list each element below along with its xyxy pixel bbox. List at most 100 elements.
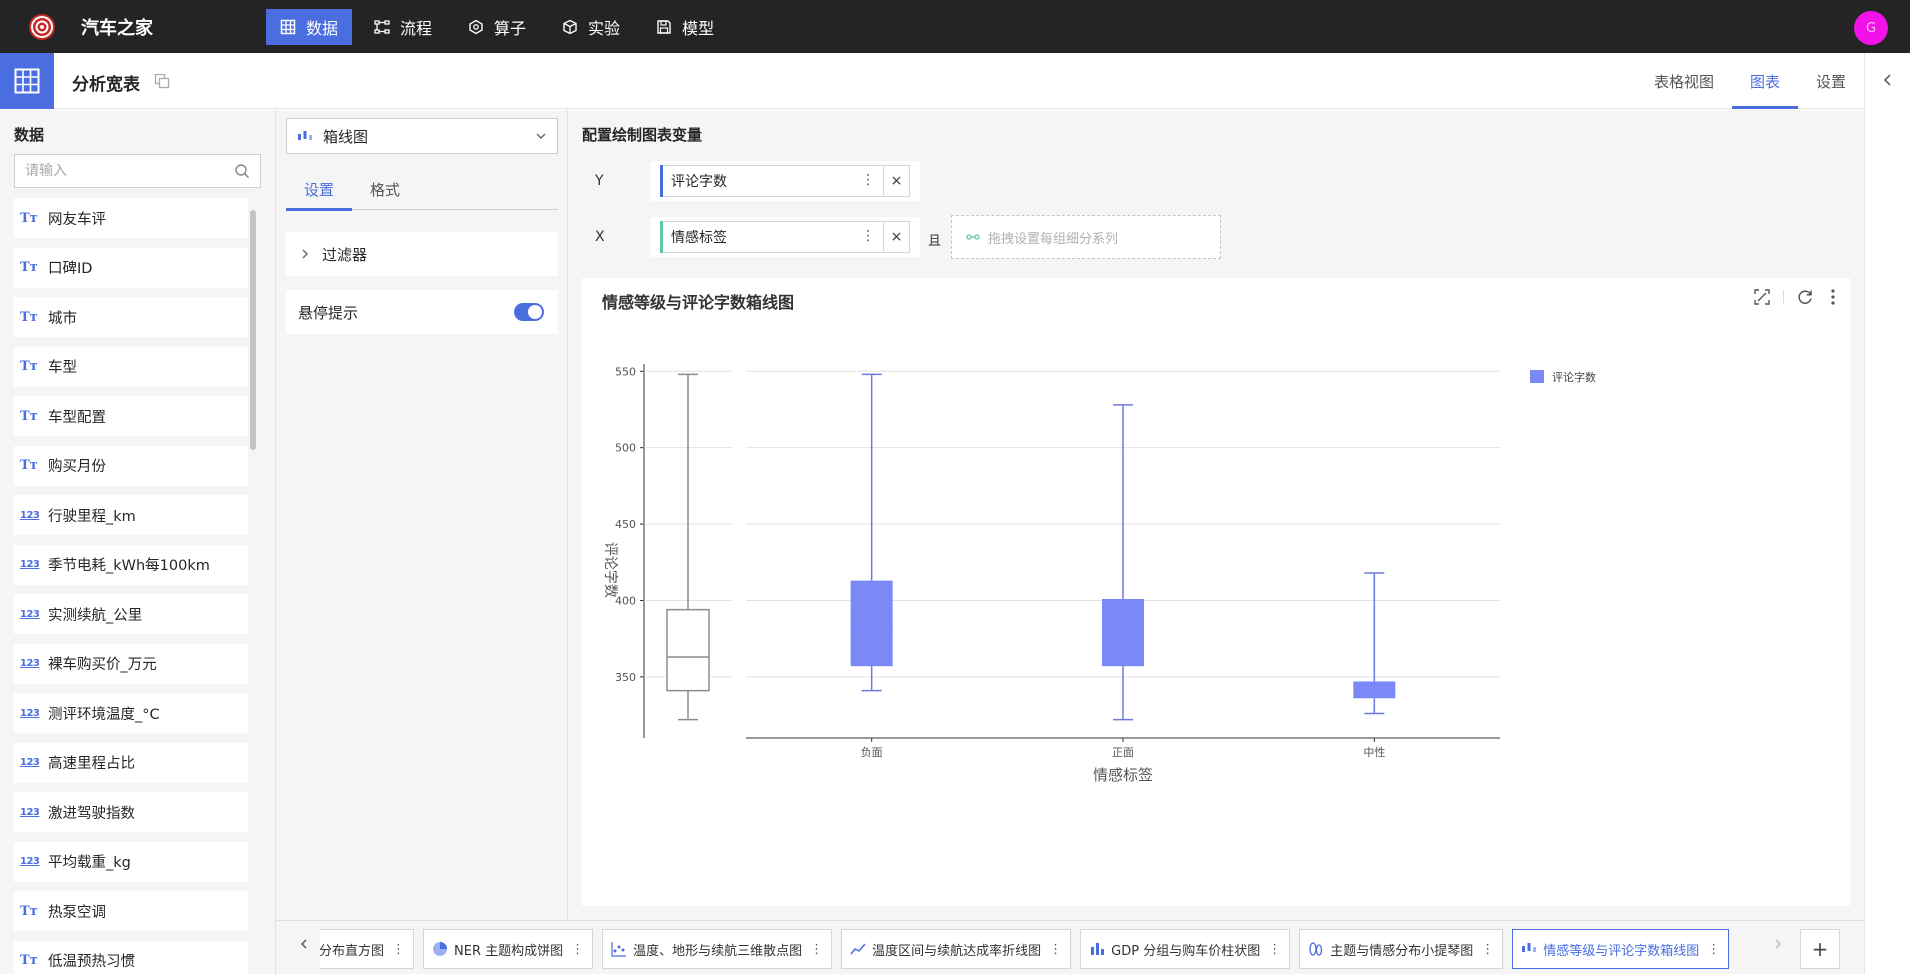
field-item[interactable]: 123 测评环境温度_°C [14, 693, 248, 733]
chart-tab[interactable]: 分布直方图 ⋮ [320, 929, 415, 969]
scrollbar-thumb[interactable] [250, 210, 256, 450]
series-drop-zone[interactable]: 拖拽设置每组细分系列 [951, 215, 1221, 259]
chart-tab[interactable]: 温度区间与续航达成率折线图 ⋮ [841, 929, 1072, 969]
more-vertical-icon[interactable]: ⋮ [861, 172, 875, 188]
filter-row[interactable]: 过滤器 [286, 232, 558, 276]
nav-item-flow[interactable]: 流程 [360, 9, 446, 45]
chart-type-label: 箱线图 [323, 127, 369, 146]
chart-tab-label: NER 主题构成饼图 [454, 943, 564, 959]
y-field-label: 评论字数 [671, 174, 727, 190]
tab-settings-config[interactable]: 设置 [286, 168, 353, 211]
search-icon[interactable] [234, 163, 250, 179]
tab-settings[interactable]: 设置 [1798, 53, 1864, 109]
x-axis-title: 情感标签 [1093, 766, 1153, 784]
chart-tab-label: 温度、地形与续航三维散点图 [633, 943, 803, 959]
search-box [14, 154, 261, 188]
search-input[interactable] [25, 163, 234, 179]
x-field-chip[interactable]: 情感标签 ⋮ [660, 221, 884, 253]
tab-format[interactable]: 格式 [352, 168, 418, 210]
field-label: 城市 [48, 310, 77, 327]
text-type-icon: Tт [20, 458, 38, 473]
chart-tab[interactable]: 主题与情感分布小提琴图 ⋮ [1299, 929, 1504, 969]
more-vertical-icon[interactable]: ⋮ [810, 942, 823, 957]
chart-card: 350 400 450 500 550 评论字数 负面 正面 中性 情感标签 评论字数 情感等级与评… [582, 278, 1850, 906]
nav-item-experiments[interactable]: 实验 [548, 9, 634, 45]
field-item[interactable]: Tт 车型配置 [14, 396, 248, 436]
chart-tab-label: GDP 分组与购车价柱状图 [1111, 943, 1261, 959]
tab-chart[interactable]: 图表 [1731, 53, 1798, 109]
add-tab-button[interactable]: + [1800, 929, 1840, 969]
tooltip-row: 悬停提示 [286, 290, 558, 334]
chevron-right-icon[interactable] [1772, 937, 1784, 951]
close-icon[interactable]: × [884, 221, 910, 253]
settings-panel: 箱线图 设置 格式 过滤器 悬停提示 [276, 110, 568, 920]
more-vertical-icon[interactable]: ⋮ [571, 942, 584, 957]
more-vertical-icon[interactable]: ⋮ [1268, 942, 1281, 957]
field-item[interactable]: 123 行驶里程_km [14, 495, 248, 535]
user-avatar[interactable]: G [1854, 11, 1888, 45]
field-label: 季节电耗_kWh每100km [48, 558, 210, 574]
more-vertical-icon[interactable]: ⋮ [1049, 942, 1062, 957]
chevron-left-icon[interactable] [1881, 73, 1895, 87]
field-label: 测评环境温度_°C [48, 706, 160, 723]
nav-item-models[interactable]: 模型 [642, 9, 728, 45]
field-item[interactable]: 123 季节电耗_kWh每100km [14, 544, 248, 585]
table-icon [14, 68, 40, 94]
y-field-chip[interactable]: 评论字数 ⋮ [660, 165, 884, 197]
main-nav: 数据 流程 算子 实验 模型 [266, 9, 736, 45]
chart-type-select[interactable]: 箱线图 [286, 118, 558, 154]
x-field-label: 情感标签 [671, 230, 727, 246]
field-item[interactable]: 123 高速里程占比 [14, 742, 248, 783]
fullscreen-icon[interactable] [1753, 288, 1771, 306]
field-item[interactable]: Tт 口碑ID [14, 247, 248, 288]
chart-tab-label: 温度区间与续航达成率折线图 [872, 943, 1042, 959]
boxplot-icon [1522, 943, 1537, 952]
chevron-down-icon [536, 133, 546, 139]
series-placeholder: 拖拽设置每组细分系列 [988, 231, 1119, 247]
chart-tab[interactable]: GDP 分组与购车价柱状图 ⋮ [1080, 929, 1291, 969]
chart-tabs: 分布直方图 ⋮ NER 主题构成饼图 ⋮ 温度、地形与续航三维散点图 ⋮ 温度区间与续航达成… [320, 929, 1760, 969]
legend-swatch [1530, 370, 1544, 383]
more-vertical-icon[interactable]: ⋮ [1481, 942, 1494, 957]
field-item[interactable]: Tт 车型 [14, 346, 248, 387]
tooltip-toggle[interactable] [514, 303, 544, 321]
number-type-icon: 123 [20, 658, 40, 669]
field-item[interactable]: 123 平均载重_kg [14, 841, 248, 882]
field-label: 车型 [48, 360, 77, 376]
nav-label: 算子 [494, 19, 527, 38]
field-item[interactable]: Tт 网友车评 [14, 198, 248, 238]
field-item[interactable]: 123 实测续航_公里 [14, 594, 248, 634]
x-tick-label: 正面 [1112, 746, 1134, 759]
number-type-icon: 123 [20, 559, 40, 570]
chart-tab[interactable]: NER 主题构成饼图 ⋮ [423, 929, 594, 969]
chart-tab[interactable]: 温度、地形与续航三维散点图 ⋮ [602, 929, 833, 969]
overview-box [666, 608, 710, 692]
chart-tab[interactable]: 情感等级与评论字数箱线图 ⋮ [1512, 929, 1730, 969]
app-title: 汽车之家 [81, 18, 153, 39]
field-item[interactable]: 123 激进驾驶指数 [14, 792, 248, 832]
field-label: 平均载重_kg [48, 855, 131, 871]
field-item[interactable]: Tт 低温预热习惯 [14, 940, 248, 974]
more-vertical-icon[interactable] [1830, 288, 1836, 306]
field-item[interactable]: 123 裸车购买价_万元 [14, 643, 248, 684]
nav-item-operators[interactable]: 算子 [454, 9, 540, 45]
more-vertical-icon[interactable]: ⋮ [861, 228, 875, 244]
refresh-icon[interactable] [1796, 288, 1814, 306]
close-icon[interactable]: × [884, 165, 910, 197]
nav-item-data[interactable]: 数据 [266, 9, 353, 45]
chart-title: 情感等级与评论字数箱线图 [602, 293, 795, 312]
more-vertical-icon[interactable]: ⋮ [392, 942, 405, 957]
copy-icon[interactable] [154, 73, 170, 89]
legend-label: 评论字数 [1552, 370, 1596, 384]
config-title: 配置绘制图表变量 [582, 126, 703, 144]
field-label: 网友车评 [48, 211, 106, 228]
more-vertical-icon[interactable]: ⋮ [1707, 942, 1720, 957]
field-label: 购买月份 [48, 459, 106, 475]
field-item[interactable]: Tт 城市 [14, 297, 248, 337]
field-item[interactable]: Tт 热泵空调 [14, 891, 248, 931]
scrollbar[interactable] [250, 202, 258, 962]
field-label: 裸车购买价_万元 [48, 657, 157, 673]
chevron-left-icon[interactable] [298, 937, 310, 951]
tab-table-view[interactable]: 表格视图 [1636, 53, 1732, 109]
field-item[interactable]: Tт 购买月份 [14, 445, 248, 486]
